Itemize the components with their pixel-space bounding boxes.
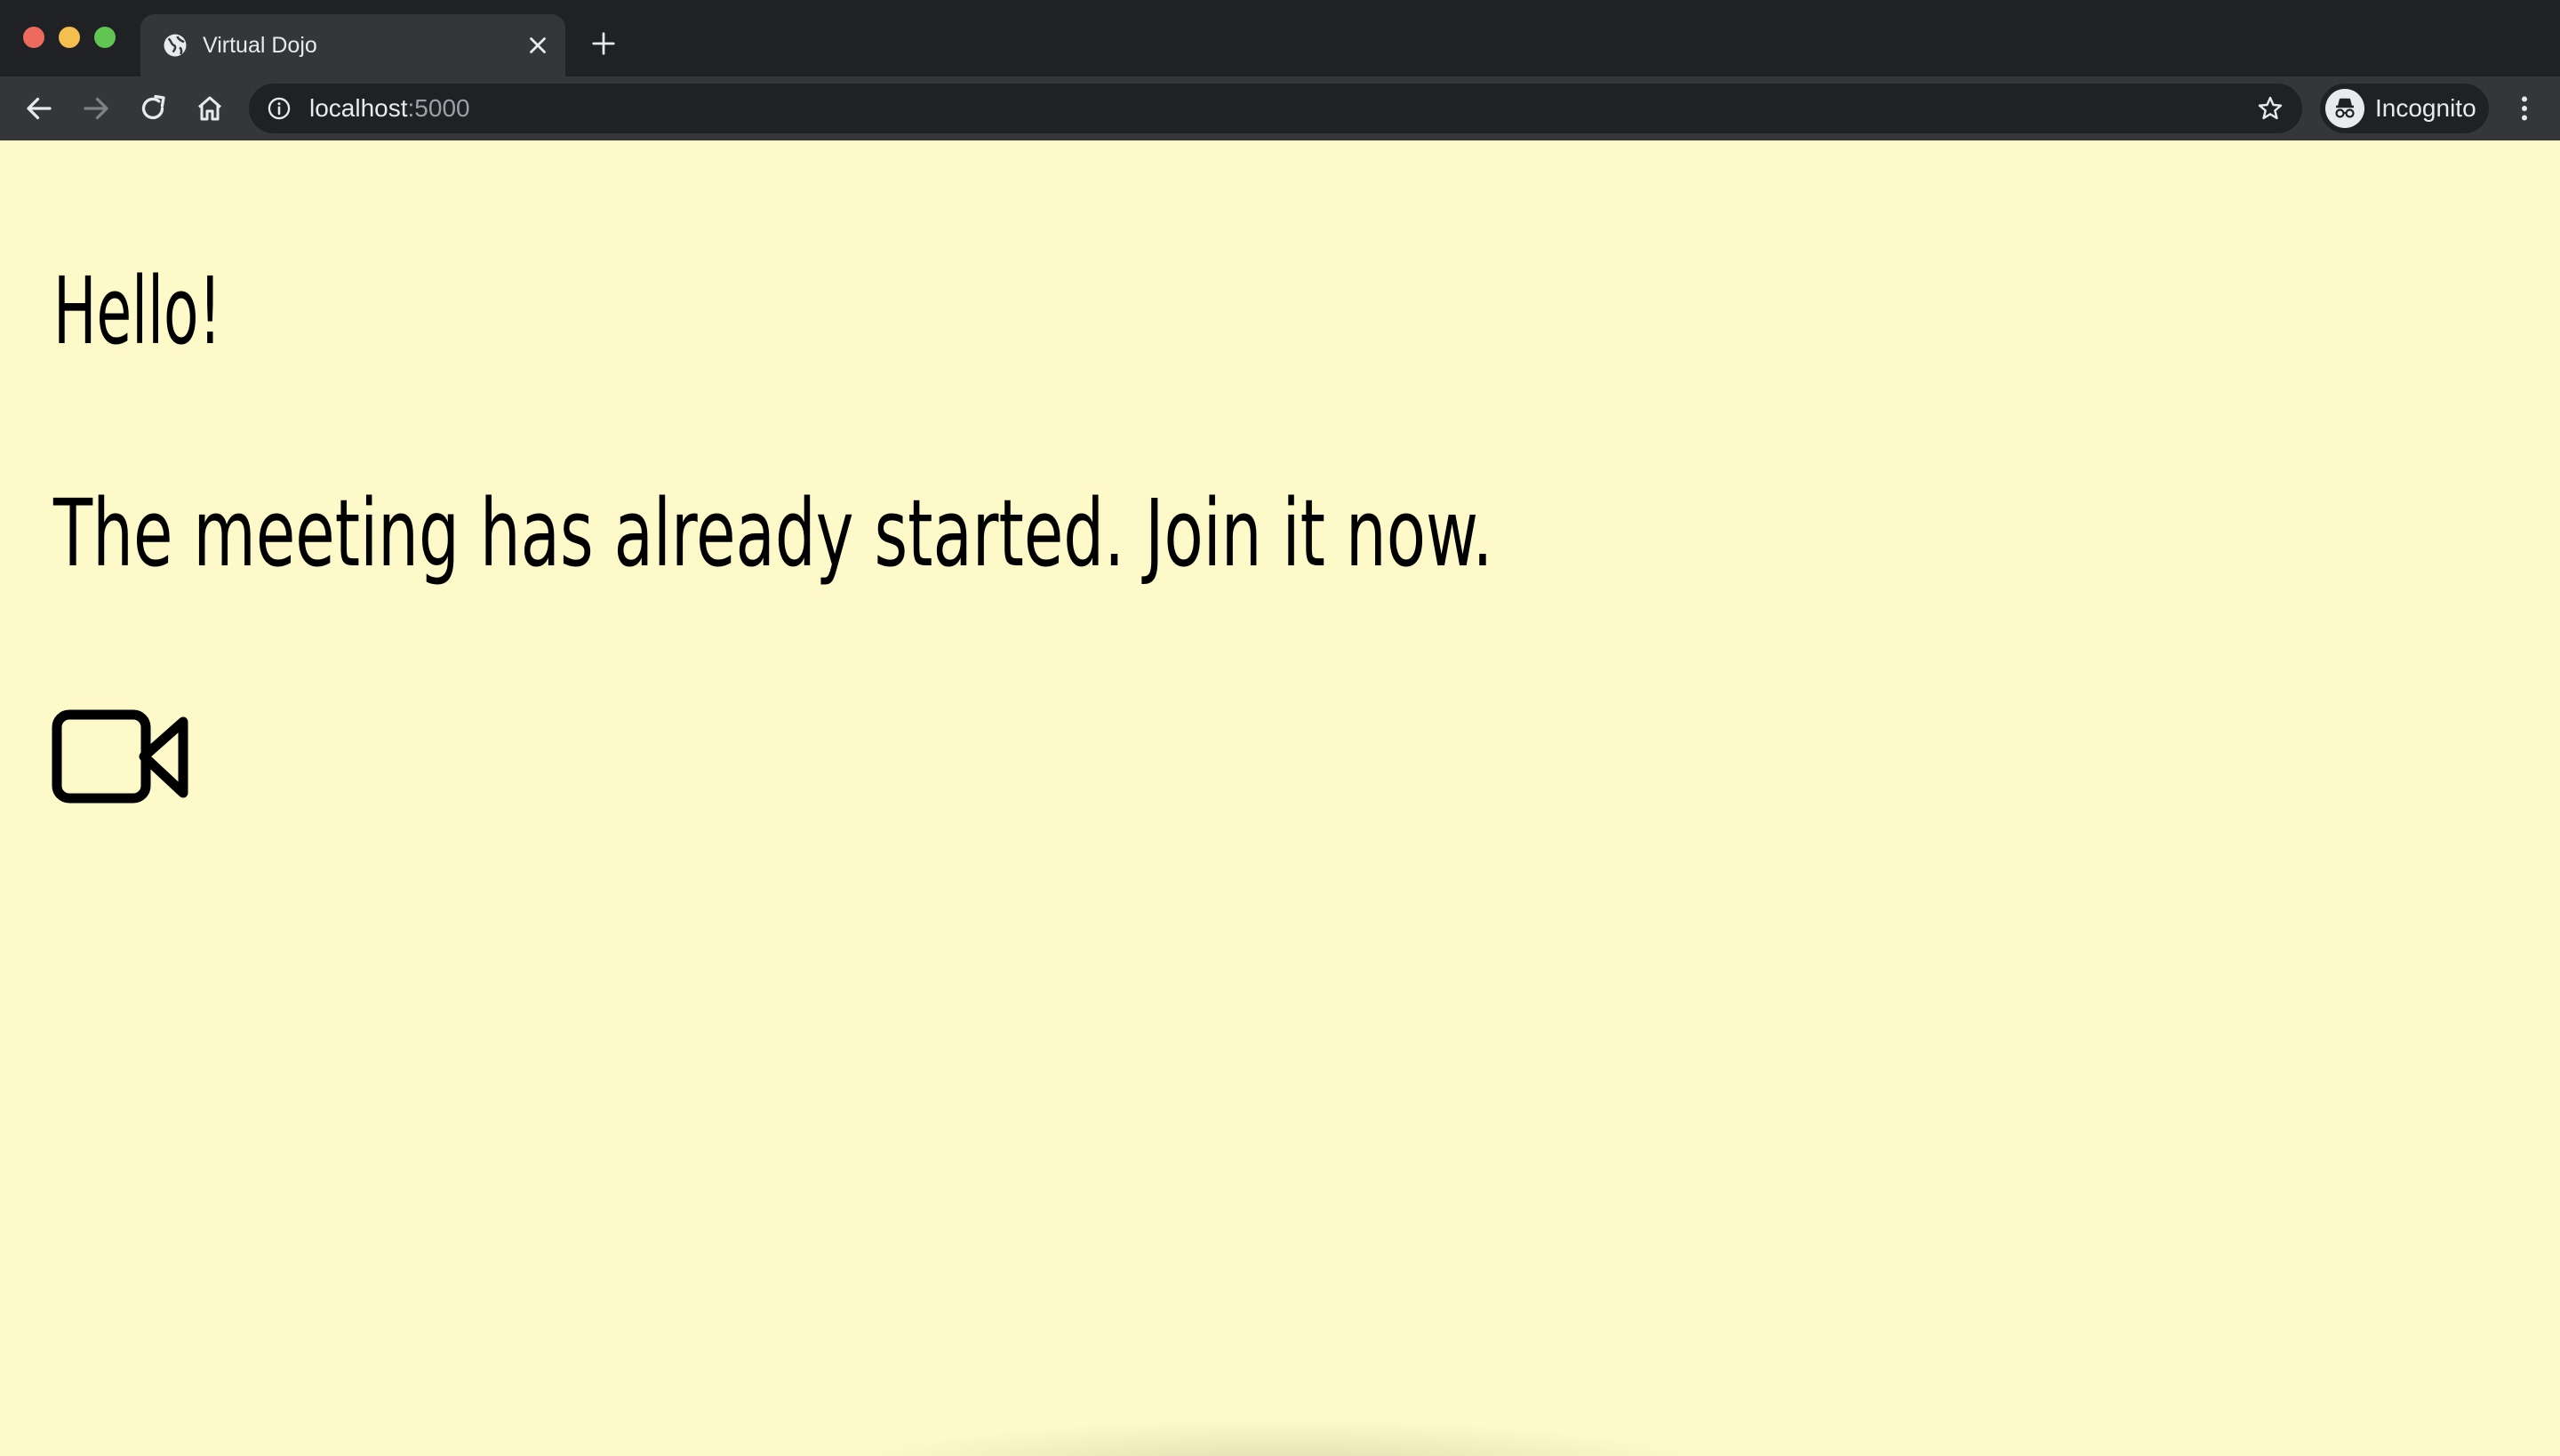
page-content: Hello! The meeting has already started. … — [0, 140, 2560, 1456]
back-arrow-icon[interactable] — [23, 92, 55, 124]
meeting-message: The meeting has already started. Join it… — [53, 479, 1493, 588]
tab-strip: Virtual Dojo — [0, 0, 2560, 76]
bottom-shadow — [836, 1419, 1724, 1456]
more-options-icon[interactable] — [2508, 92, 2540, 124]
video-camera-icon[interactable] — [52, 709, 190, 805]
url-host: localhost — [309, 94, 408, 122]
maximize-window-button[interactable] — [94, 27, 116, 48]
minimize-window-button[interactable] — [59, 27, 80, 48]
url-port: :5000 — [407, 94, 470, 122]
profile-button[interactable]: Incognito — [2320, 84, 2489, 133]
greeting-heading: Hello! — [53, 257, 222, 365]
forward-arrow-icon[interactable] — [80, 92, 112, 124]
bookmark-star-icon[interactable] — [2256, 94, 2284, 123]
home-icon[interactable] — [194, 92, 226, 124]
new-tab-icon[interactable] — [590, 30, 617, 57]
tab-title: Virtual Dojo — [203, 33, 317, 58]
close-window-button[interactable] — [23, 27, 44, 48]
globe-icon — [164, 34, 187, 57]
incognito-icon — [2325, 89, 2364, 128]
browser-window: Virtual Dojo localhost:5000 Incognito He… — [0, 0, 2560, 1456]
reload-icon[interactable] — [137, 92, 169, 124]
close-tab-icon[interactable] — [524, 32, 551, 59]
browser-toolbar: localhost:5000 Incognito — [0, 76, 2560, 140]
tab-virtual-dojo[interactable]: Virtual Dojo — [140, 14, 565, 76]
url-text[interactable]: localhost:5000 — [309, 92, 470, 124]
site-info-icon[interactable] — [267, 96, 292, 121]
profile-label: Incognito — [2375, 94, 2476, 122]
address-bar[interactable]: localhost:5000 — [249, 84, 2302, 133]
